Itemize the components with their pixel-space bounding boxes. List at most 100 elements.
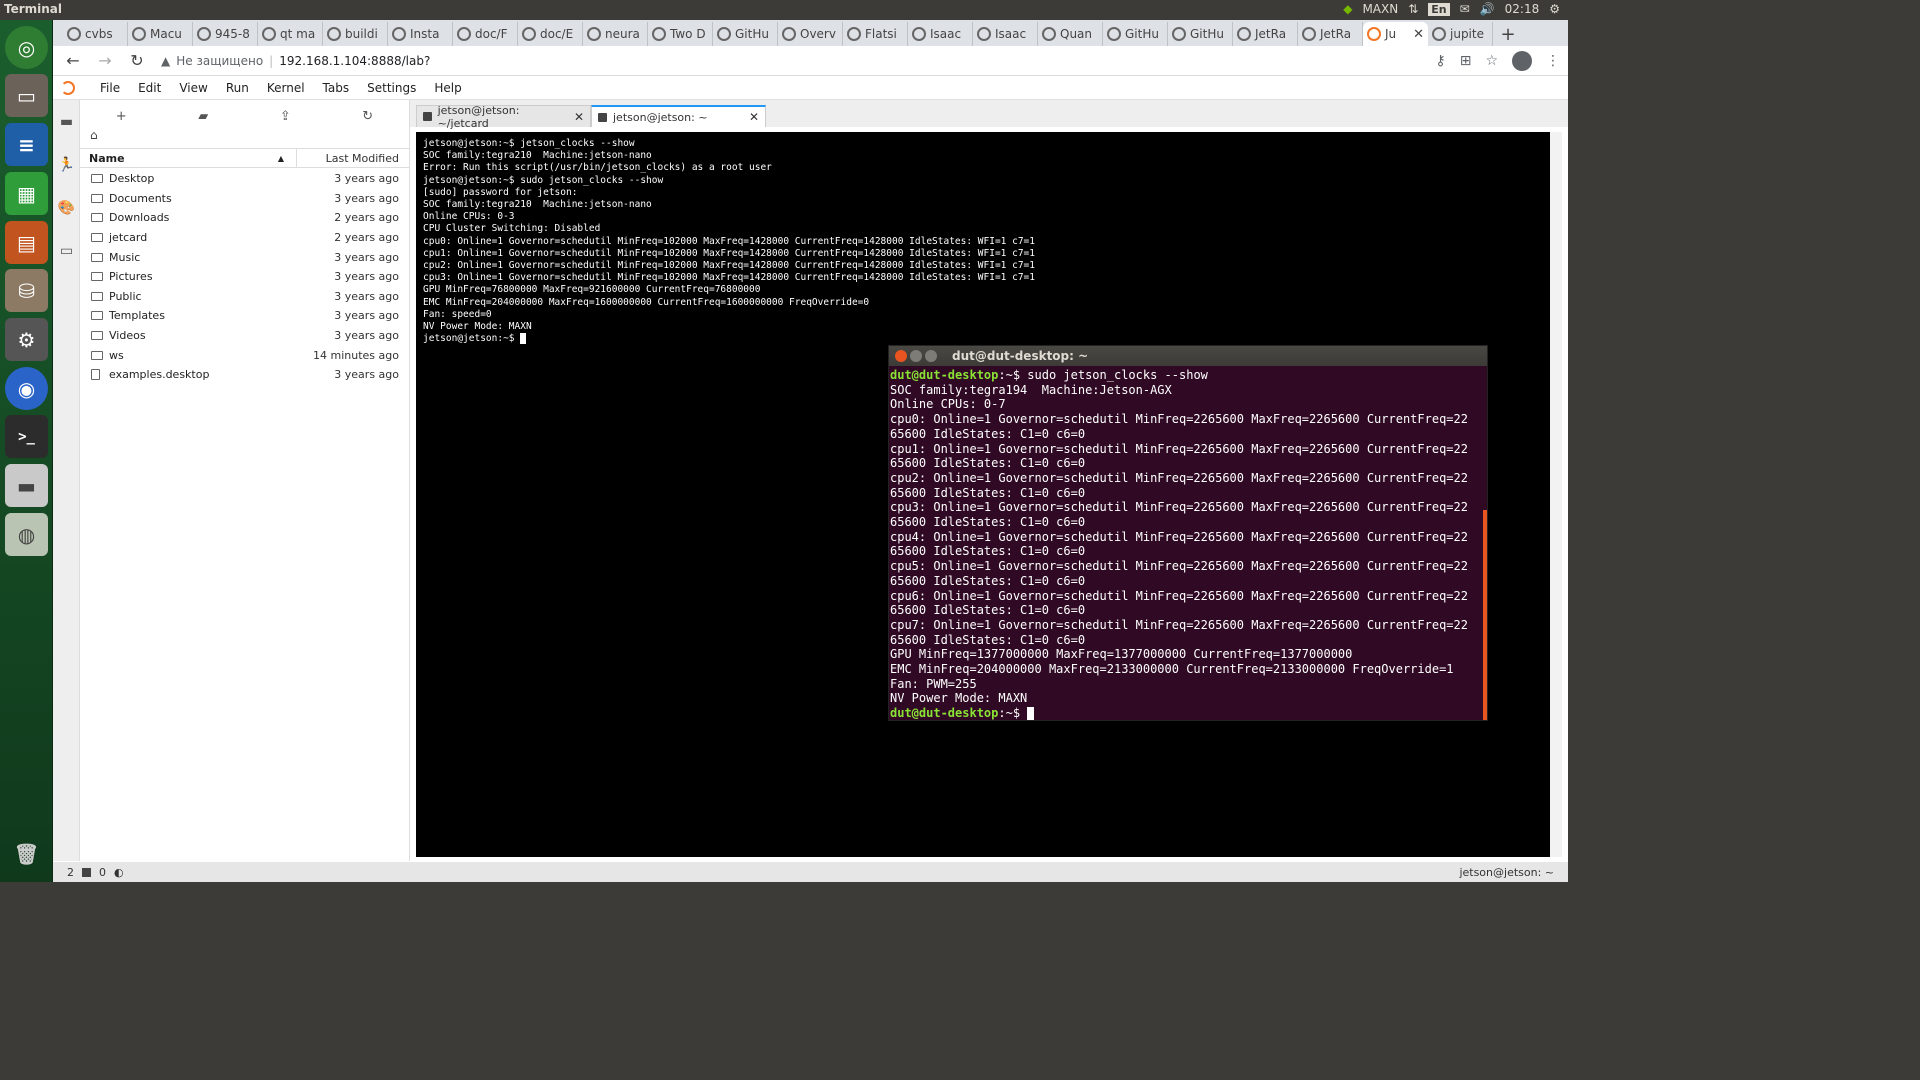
terminal-icon[interactable]: >_ <box>5 415 48 458</box>
insecure-label[interactable]: Не защищено <box>176 54 263 68</box>
close-tab-icon[interactable]: ✕ <box>1413 27 1424 42</box>
folder-icon[interactable]: ▬ <box>53 100 80 143</box>
close-window-button[interactable] <box>895 350 907 362</box>
modified-column-header[interactable]: Last Modified <box>297 149 409 167</box>
menu-item[interactable]: Run <box>217 81 258 95</box>
browser-tab[interactable]: GitHu <box>1103 22 1168 46</box>
nvidia-icon[interactable]: ◆ <box>1343 2 1352 16</box>
power-mode[interactable]: MAXN <box>1362 2 1398 16</box>
ubuntu-terminal-window[interactable]: dut@dut-desktop: ~ dut@dut-desktop:~$ su… <box>888 345 1488 721</box>
back-icon[interactable]: ← <box>61 49 85 73</box>
new-tab-button[interactable]: + <box>1493 22 1523 46</box>
reload-icon[interactable]: ↻ <box>125 49 149 73</box>
browser-tab[interactable]: cvbs <box>63 22 128 46</box>
bookmark-star-icon[interactable]: ☆ <box>1485 53 1498 69</box>
address-bar[interactable]: ▲ Не защищено | 192.168.1.104:8888/lab? <box>157 49 1427 73</box>
browser-tab[interactable]: Flatsi <box>843 22 908 46</box>
browser-tab[interactable]: Isaac <box>973 22 1038 46</box>
menu-item[interactable]: View <box>170 81 216 95</box>
menu-item[interactable]: Edit <box>129 81 170 95</box>
new-folder-icon[interactable]: ▰ <box>198 109 208 124</box>
tabs-icon[interactable]: ▭ <box>53 229 80 272</box>
home-icon[interactable]: ⌂ <box>90 128 98 142</box>
calc-icon[interactable]: ▦ <box>5 172 48 215</box>
close-icon[interactable]: ✕ <box>749 110 759 124</box>
close-icon[interactable]: ✕ <box>574 110 584 124</box>
browser-tab[interactable]: GitHu <box>1168 22 1233 46</box>
writer-icon[interactable]: ≡ <box>5 123 48 166</box>
list-item[interactable]: Desktop 3 years ago <box>80 169 409 189</box>
browser-tab[interactable]: jupite <box>1428 22 1493 46</box>
list-item[interactable]: ws 14 minutes ago <box>80 345 409 365</box>
menu-dots-icon[interactable]: ⋮ <box>1546 53 1560 69</box>
files-icon[interactable]: ▭ <box>5 74 48 117</box>
system-settings-icon[interactable]: ⚙ <box>5 318 48 361</box>
upload-icon[interactable]: ⇪ <box>280 109 291 124</box>
browser-tab[interactable]: Two D <box>648 22 713 46</box>
browser-tab[interactable]: Insta <box>388 22 453 46</box>
list-item[interactable]: Public 3 years ago <box>80 287 409 307</box>
disk-icon[interactable]: ◍ <box>5 513 48 556</box>
browser-tab[interactable]: Isaac <box>908 22 973 46</box>
browser-tab[interactable]: qt ma <box>258 22 323 46</box>
ubuntu-logo-icon[interactable]: ◎ <box>5 26 48 69</box>
new-launcher-icon[interactable]: + <box>116 109 127 124</box>
list-item[interactable]: Music 3 years ago <box>80 247 409 267</box>
palette-icon[interactable]: 🎨 <box>53 186 80 229</box>
menu-item[interactable]: Help <box>425 81 470 95</box>
settings-gear-icon[interactable]: ⚙ <box>1549 2 1560 16</box>
browser-tab[interactable]: GitHu <box>713 22 778 46</box>
browser-tab[interactable]: Macu <box>128 22 193 46</box>
list-item[interactable]: Videos 3 years ago <box>80 326 409 346</box>
browser-tab[interactable]: 945-8 <box>193 22 258 46</box>
name-column-header[interactable]: Name ▲ <box>80 149 297 167</box>
terminal-scrollbar[interactable] <box>1550 132 1562 857</box>
list-item[interactable]: Pictures 3 years ago <box>80 267 409 287</box>
trash-icon[interactable]: 🗑 <box>5 832 48 875</box>
software-center-icon[interactable]: ⛁ <box>5 269 48 312</box>
browser-tab[interactable]: Ju ✕ <box>1363 22 1428 46</box>
tab-terminal-jetcard[interactable]: jetson@jetson: ~/jetcard ✕ <box>416 104 591 130</box>
list-item[interactable]: examples.desktop 3 years ago <box>80 365 409 385</box>
browser-tab[interactable]: neura <box>583 22 648 46</box>
url-text[interactable]: 192.168.1.104:8888/lab? <box>279 54 430 68</box>
kernel-count[interactable]: 0 <box>99 866 106 879</box>
browser-tab[interactable]: doc/F <box>453 22 518 46</box>
browser-tab[interactable]: JetRa <box>1298 22 1363 46</box>
minimize-window-button[interactable] <box>910 350 922 362</box>
browser-tab[interactable]: buildi <box>323 22 388 46</box>
volume-icon[interactable]: 🔊 <box>1480 2 1495 16</box>
key-icon[interactable]: ⚷ <box>1435 53 1445 69</box>
browser-tab[interactable]: doc/E <box>518 22 583 46</box>
impress-icon[interactable]: ▤ <box>5 221 48 264</box>
list-item[interactable]: Documents 3 years ago <box>80 189 409 209</box>
refresh-icon[interactable]: ↻ <box>362 109 373 124</box>
keyboard-layout[interactable]: En <box>1428 2 1450 16</box>
chromium-icon[interactable]: ◉ <box>5 367 48 410</box>
menu-item[interactable]: File <box>91 81 129 95</box>
warning-icon[interactable]: ▲ <box>161 54 170 68</box>
browser-tab[interactable]: Overv <box>778 22 843 46</box>
menu-item[interactable]: Kernel <box>258 81 314 95</box>
browser-tab[interactable]: Quan <box>1038 22 1103 46</box>
ubuntu-terminal-content[interactable]: dut@dut-desktop:~$ sudo jetson_clocks --… <box>889 366 1487 721</box>
window-titlebar[interactable]: dut@dut-desktop: ~ <box>889 346 1487 366</box>
drive-icon[interactable]: ▬ <box>5 464 48 507</box>
mail-icon[interactable]: ✉ <box>1460 2 1470 16</box>
list-item[interactable]: jetcard 2 years ago <box>80 228 409 248</box>
list-item[interactable]: Templates 3 years ago <box>80 306 409 326</box>
list-item[interactable]: Downloads 2 years ago <box>80 208 409 228</box>
profile-avatar[interactable] <box>1512 50 1532 71</box>
forward-icon[interactable]: → <box>93 49 117 73</box>
network-arrows-icon[interactable]: ⇅ <box>1408 2 1418 16</box>
status-count[interactable]: 2 <box>67 866 74 879</box>
menu-item[interactable]: Settings <box>358 81 425 95</box>
running-icon[interactable]: 🏃 <box>53 143 80 186</box>
browser-tab[interactable]: JetRa <box>1233 22 1298 46</box>
terminal-scrollbar[interactable] <box>1483 510 1487 720</box>
menu-item[interactable]: Tabs <box>314 81 359 95</box>
clock[interactable]: 02:18 <box>1505 2 1540 16</box>
tab-terminal-home[interactable]: jetson@jetson: ~ ✕ <box>591 105 766 127</box>
maximize-window-button[interactable] <box>925 350 937 362</box>
translate-icon[interactable]: ⊞ <box>1460 53 1472 69</box>
